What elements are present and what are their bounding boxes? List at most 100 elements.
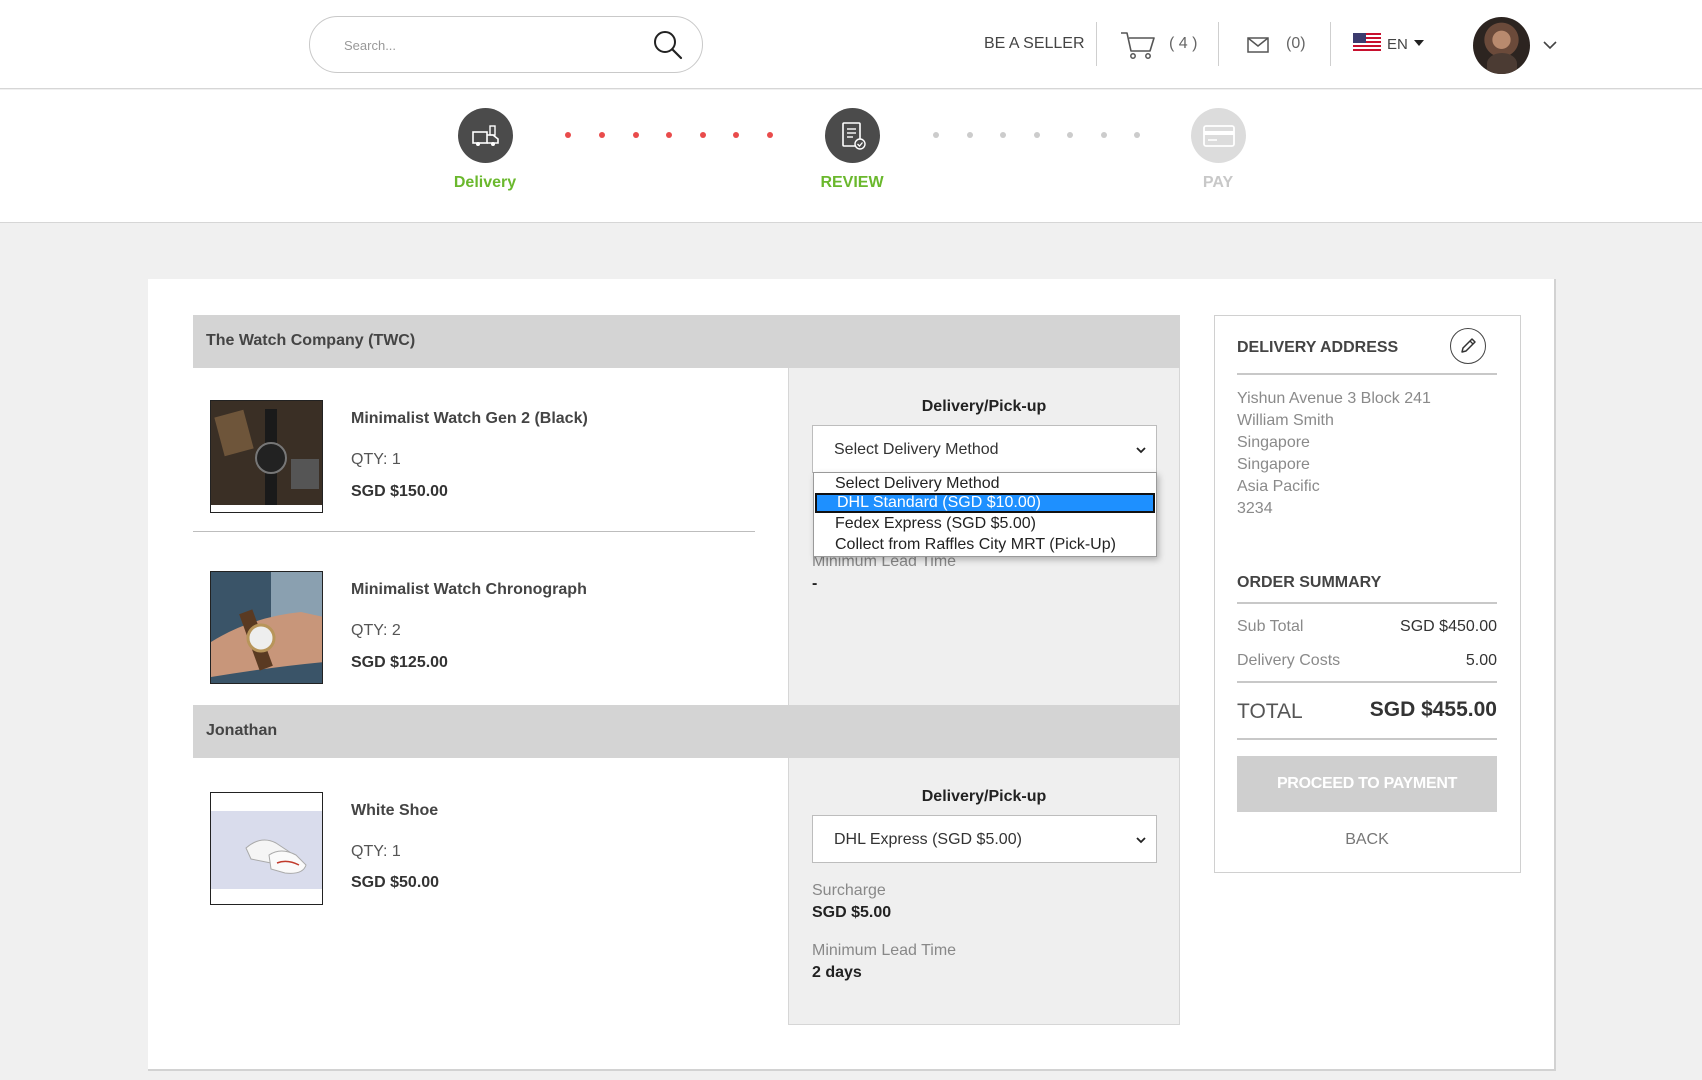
progress-dot xyxy=(1101,132,1107,138)
delivery-costs-label: Delivery Costs xyxy=(1237,652,1341,669)
delivery-method-select[interactable]: DHL Express (SGD $5.00) xyxy=(812,815,1157,863)
shoe-image-icon xyxy=(211,793,322,904)
product-image-watch[interactable] xyxy=(210,400,323,513)
mail-count[interactable]: (0) xyxy=(1286,35,1306,53)
delivery-method-value: Select Delivery Method xyxy=(834,441,999,458)
delivery-method-dropdown: Select Delivery Method DHL Standard (SGD… xyxy=(813,472,1157,557)
step-pay-label: PAY xyxy=(1202,174,1234,191)
chevron-down-icon[interactable] xyxy=(1543,41,1557,50)
chevron-down-icon xyxy=(1136,447,1146,454)
header-divider xyxy=(1218,22,1219,66)
back-link[interactable]: BACK xyxy=(1237,831,1497,849)
step-delivery-label: Delivery xyxy=(453,174,517,191)
pencil-icon xyxy=(1461,338,1476,353)
divider xyxy=(1237,681,1497,683)
dropdown-option-highlighted[interactable]: DHL Standard (SGD $10.00) xyxy=(815,493,1155,513)
address-line: Asia Pacific xyxy=(1237,478,1320,495)
wrist-watch-image-icon xyxy=(211,572,322,683)
progress-dot xyxy=(967,132,973,138)
dropdown-option[interactable]: Fedex Express (SGD $5.00) xyxy=(815,514,1155,534)
seller-header: The Watch Company (TWC) xyxy=(193,315,1180,368)
lead-time-value: - xyxy=(812,575,818,592)
item-divider xyxy=(193,531,755,532)
product-name[interactable]: Minimalist Watch Chronograph xyxy=(351,581,587,599)
delivery-truck-icon xyxy=(471,124,499,146)
progress-dot xyxy=(565,132,571,138)
edit-address-button[interactable] xyxy=(1450,328,1486,364)
product-price: SGD $50.00 xyxy=(351,874,440,891)
delivery-panel: Delivery/Pick-up DHL Express (SGD $5.00)… xyxy=(788,758,1180,1025)
step-pay-circle[interactable] xyxy=(1191,108,1246,163)
surcharge-label: Surcharge xyxy=(812,882,886,899)
product-image-chronograph[interactable] xyxy=(210,571,323,684)
product-qty: QTY: 1 xyxy=(351,451,401,468)
user-avatar[interactable] xyxy=(1473,17,1530,74)
cart-count[interactable]: ( 4 ) xyxy=(1169,35,1197,53)
progress-dot xyxy=(700,132,706,138)
product-image-shoe[interactable] xyxy=(210,792,323,905)
seller-name: Jonathan xyxy=(206,722,278,739)
chevron-down-icon xyxy=(1136,837,1146,844)
top-header: BE A SELLER ( 4 ) (0) EN xyxy=(0,0,1702,89)
delivery-costs-value: 5.00 xyxy=(1465,652,1497,669)
header-divider xyxy=(1330,22,1331,66)
be-a-seller-link[interactable]: BE A SELLER xyxy=(984,35,1085,53)
step-review-label: REVIEW xyxy=(820,174,884,191)
divider xyxy=(1237,602,1497,604)
cart-item: Minimalist Watch Chronograph QTY: 2 SGD … xyxy=(193,539,753,709)
search-input[interactable] xyxy=(344,35,634,55)
dropdown-option[interactable]: Select Delivery Method xyxy=(815,474,1155,494)
step-delivery-circle[interactable] xyxy=(458,108,513,163)
review-document-icon xyxy=(841,121,866,150)
cart-item: White Shoe QTY: 1 SGD $50.00 xyxy=(193,758,753,928)
progress-dot xyxy=(767,132,773,138)
product-name[interactable]: Minimalist Watch Gen 2 (Black) xyxy=(351,410,588,428)
search-bar xyxy=(309,16,703,73)
search-icon[interactable] xyxy=(652,29,684,61)
address-line: Singapore xyxy=(1237,456,1310,473)
seller-header: Jonathan xyxy=(193,705,1180,758)
lead-time-value: 2 days xyxy=(812,964,862,981)
dropdown-option[interactable]: Collect from Raffles City MRT (Pick-Up) xyxy=(815,535,1155,555)
cart-icon[interactable] xyxy=(1120,30,1156,60)
seller-name: The Watch Company (TWC) xyxy=(206,332,416,349)
progress-dot xyxy=(599,132,605,138)
credit-card-icon xyxy=(1202,124,1235,147)
progress-dot xyxy=(933,132,939,138)
proceed-to-payment-button[interactable]: PROCEED TO PAYMENT xyxy=(1237,756,1497,812)
address-line: 3234 xyxy=(1237,500,1273,517)
subtotal-value: SGD $450.00 xyxy=(1400,618,1497,635)
lead-time-label: Minimum Lead Time xyxy=(812,942,957,959)
total-label: TOTAL xyxy=(1237,700,1303,723)
progress-dot xyxy=(1134,132,1140,138)
checkout-stepper: Delivery REVIEW PAY xyxy=(0,90,1702,223)
progress-dot xyxy=(1034,132,1040,138)
progress-dot xyxy=(1000,132,1006,138)
language-label[interactable]: EN xyxy=(1387,36,1408,53)
order-summary-panel: DELIVERY ADDRESS Yishun Avenue 3 Block 2… xyxy=(1214,315,1521,873)
progress-dot xyxy=(633,132,639,138)
watch-image-icon xyxy=(211,401,322,512)
caret-down-icon[interactable] xyxy=(1414,40,1424,47)
address-line: William Smith xyxy=(1237,412,1334,429)
delivery-method-select[interactable]: Select Delivery Method xyxy=(812,425,1157,473)
step-review-circle[interactable] xyxy=(825,108,880,163)
delivery-address-title: DELIVERY ADDRESS xyxy=(1237,339,1399,356)
subtotal-label: Sub Total xyxy=(1237,618,1304,635)
delivery-panel-title: Delivery/Pick-up xyxy=(921,788,1047,805)
progress-dot xyxy=(733,132,739,138)
order-summary-title: ORDER SUMMARY xyxy=(1237,574,1382,591)
us-flag-icon[interactable] xyxy=(1353,33,1381,53)
mail-icon[interactable] xyxy=(1247,37,1269,53)
product-name[interactable]: White Shoe xyxy=(351,802,438,820)
divider xyxy=(1237,373,1497,375)
delivery-method-value: DHL Express (SGD $5.00) xyxy=(834,831,1022,848)
product-qty: QTY: 1 xyxy=(351,843,401,860)
address-line: Singapore xyxy=(1237,434,1310,451)
surcharge-value: SGD $5.00 xyxy=(812,904,892,921)
header-divider xyxy=(1096,22,1097,66)
product-price: SGD $125.00 xyxy=(351,654,448,671)
divider xyxy=(1237,738,1497,740)
progress-dot xyxy=(1067,132,1073,138)
product-qty: QTY: 2 xyxy=(351,622,401,639)
